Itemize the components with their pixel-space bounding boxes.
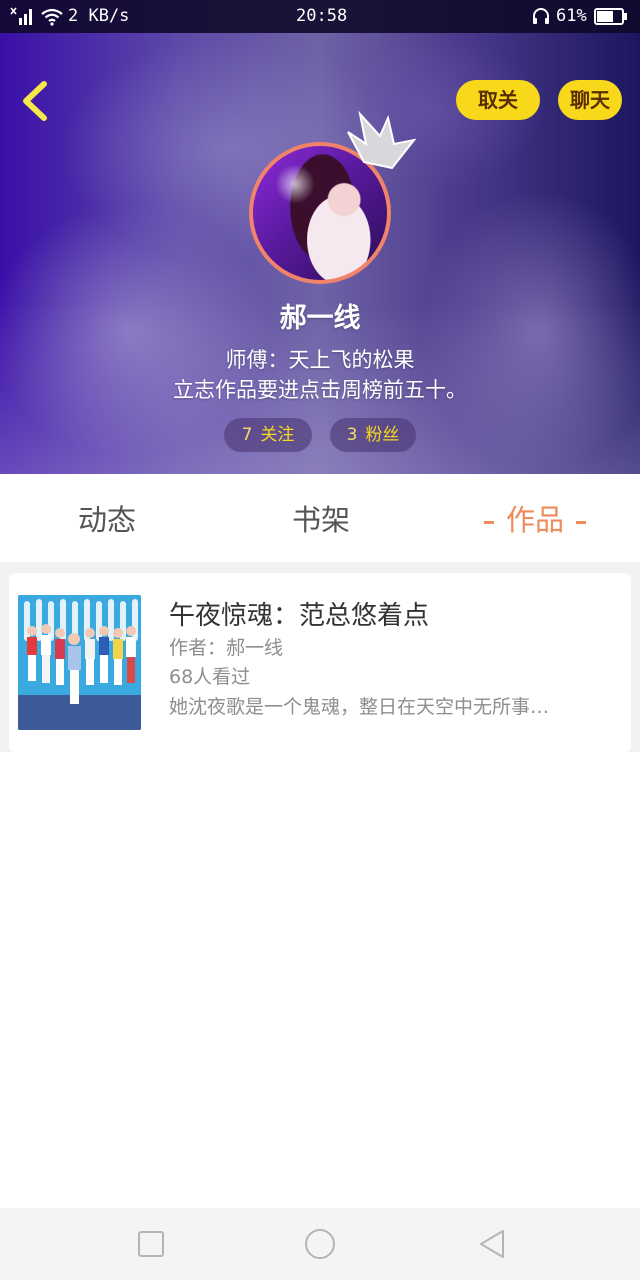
work-title: 午夜惊魂：范总悠着点 [169, 601, 430, 631]
unfollow-button[interactable]: 取关 [456, 80, 540, 120]
wifi-icon [41, 8, 63, 26]
work-description: 她沈夜歌是一个鬼魂，整日在天空中无所事… [169, 696, 550, 718]
tab-works[interactable]: 作品 [470, 500, 600, 540]
back-button[interactable] [16, 78, 52, 124]
recent-apps-icon[interactable] [133, 1226, 169, 1262]
tab-indicator [483, 520, 494, 524]
tab-bookshelf[interactable]: 书架 [274, 500, 368, 540]
following-count: 7 [241, 425, 253, 445]
followers-count-button[interactable]: 3 粉丝 [330, 418, 416, 452]
username: 郝一线 [279, 303, 361, 334]
work-author: 作者：郝一线 [169, 637, 284, 659]
battery-percent: 61% [556, 6, 587, 26]
following-label: 关注 [260, 425, 295, 445]
crown-icon [347, 110, 416, 170]
tab-works-label: 作品 [505, 503, 564, 537]
clock: 20:58 [296, 6, 348, 26]
tab-indicator [576, 520, 586, 524]
home-icon[interactable] [302, 1226, 338, 1262]
battery-icon [594, 8, 627, 25]
mentor-text: 师傅：天上飞的松果 [225, 348, 415, 372]
system-nav-bar [0, 1208, 640, 1280]
status-bar: 2 KB/s 20:58 61% [0, 0, 640, 33]
tab-feed[interactable]: 动态 [60, 500, 154, 540]
followers-count: 3 [346, 425, 358, 445]
bio-text: 立志作品要进点击周榜前五十。 [173, 378, 467, 402]
following-count-button[interactable]: 7 关注 [224, 418, 312, 452]
profile-tabs: 动态 书架 作品 [0, 474, 640, 562]
work-cover-image [18, 595, 141, 730]
profile-header: 2 KB/s 20:58 61% 取关 聊天 郝一线 师傅：天上飞的松果 立志作… [0, 0, 640, 474]
work-view-count: 68人看过 [169, 666, 251, 688]
followers-label: 粉丝 [365, 425, 400, 445]
network-speed: 2 KB/s [68, 6, 130, 26]
work-card[interactable]: 午夜惊魂：范总悠着点 作者：郝一线 68人看过 她沈夜歌是一个鬼魂，整日在天空中… [9, 573, 631, 752]
chat-button[interactable]: 聊天 [558, 80, 622, 120]
signal-icon [10, 7, 32, 25]
back-icon[interactable] [475, 1226, 511, 1262]
headphone-icon [533, 8, 549, 24]
